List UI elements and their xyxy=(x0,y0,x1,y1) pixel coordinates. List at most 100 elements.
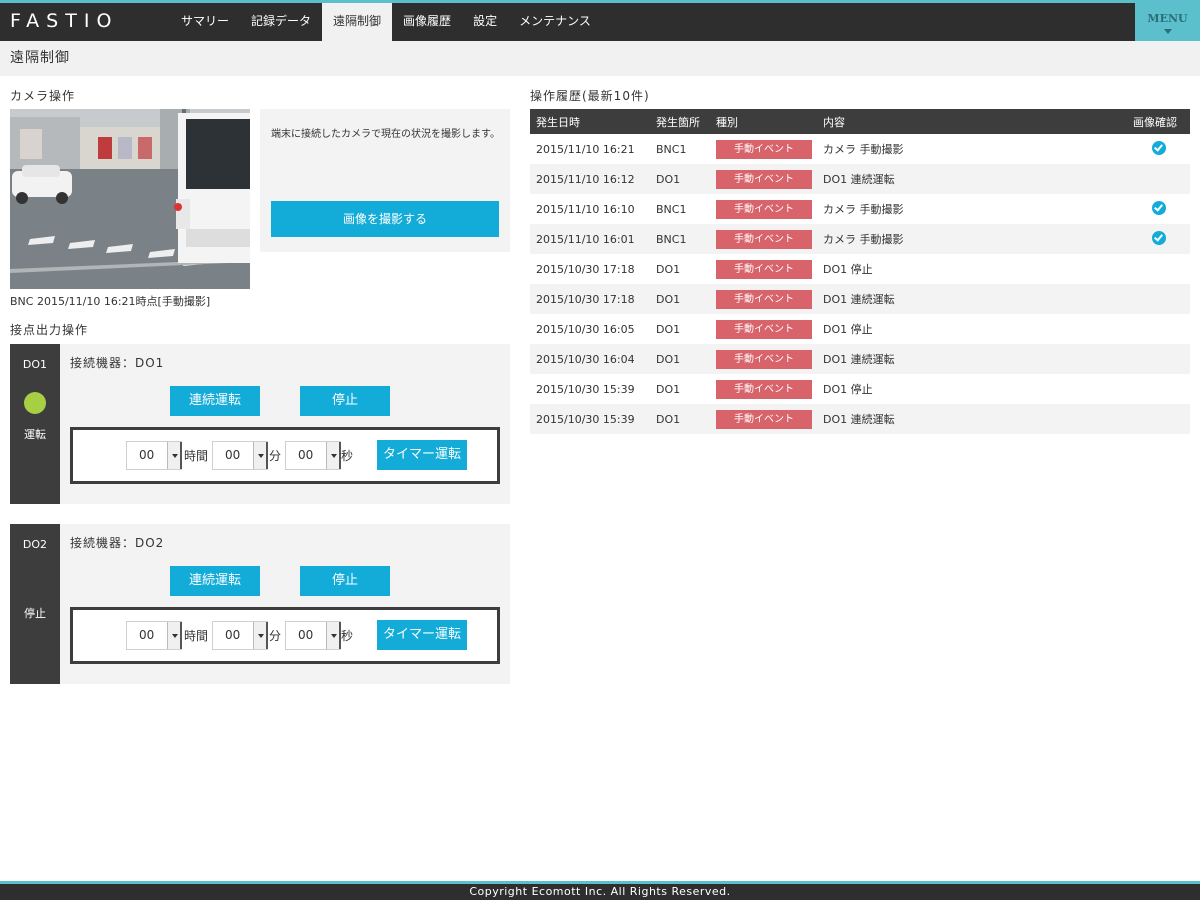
cell-datetime: 2015/11/10 16:21 xyxy=(536,142,635,156)
cell-image-check xyxy=(1127,194,1190,224)
cell-content: カメラ 手動撮影 xyxy=(823,203,904,216)
cell-content: DO1 停止 xyxy=(823,323,873,336)
menu-label: MENU xyxy=(1147,12,1188,25)
history-header-row: 発生日時 発生箇所 種別 内容 画像確認 xyxy=(530,109,1190,134)
camera-section-title: カメラ操作 xyxy=(10,89,76,103)
history-table-body: 2015/11/10 16:21 BNC1 手動イベント カメラ 手動撮影 2015/1… xyxy=(530,134,1190,434)
do1-timer-run-button[interactable]: タイマー運転 xyxy=(377,440,467,470)
hours-unit: 時間 xyxy=(184,629,209,643)
check-circle-icon[interactable] xyxy=(1151,230,1166,245)
dropdown-arrow-icon xyxy=(253,622,268,649)
cell-location: BNC1 xyxy=(650,224,710,254)
cell-datetime: 2015/10/30 16:05 xyxy=(536,322,635,336)
nav-item-image-history[interactable]: 画像履歴 xyxy=(392,3,462,41)
do2-minutes-select[interactable]: 00 xyxy=(212,621,268,650)
minutes-value: 00 xyxy=(225,628,241,642)
cell-datetime: 2015/10/30 16:04 xyxy=(530,344,650,374)
hours-value: 00 xyxy=(139,628,155,642)
do2-device-label: 接続機器：DO2 xyxy=(70,536,165,550)
cell-image-check xyxy=(1127,344,1190,374)
cell-location: DO1 xyxy=(656,382,681,396)
do2-status-label: 停止 xyxy=(24,607,46,620)
do2-stop-button[interactable]: 停止 xyxy=(300,566,390,596)
minutes-unit: 分 xyxy=(269,449,282,463)
nav-item-records[interactable]: 記録データ xyxy=(240,3,322,41)
cell-content: DO1 停止 xyxy=(823,263,873,276)
do1-continuous-run-button[interactable]: 連続運転 xyxy=(170,386,260,416)
dropdown-arrow-icon xyxy=(326,622,341,649)
do2-seconds-select[interactable]: 00 xyxy=(285,621,341,650)
cell-kind: 手動イベント xyxy=(710,314,817,344)
do2-hours-select[interactable]: 00 xyxy=(126,621,182,650)
check-circle-icon[interactable] xyxy=(1151,200,1166,215)
cell-location: DO1 xyxy=(650,284,710,314)
capture-image-button[interactable]: 画像を撮影する xyxy=(271,201,499,237)
do1-control-block: DO1 運転 接続機器：DO1 連続運転 停止 00 時間 00 分 00 秒 … xyxy=(10,344,510,504)
do1-minutes-select[interactable]: 00 xyxy=(212,441,268,470)
history-table: 発生日時 発生箇所 種別 内容 画像確認 2015/11/10 16:21 BNC… xyxy=(530,109,1190,434)
cell-location: DO1 xyxy=(656,262,681,276)
cell-location: DO1 xyxy=(650,164,710,194)
cell-image-check xyxy=(1127,404,1190,434)
dropdown-arrow-icon xyxy=(326,442,341,469)
page-title: 遠隔制御 xyxy=(10,50,70,66)
event-kind-badge: 手動イベント xyxy=(716,349,812,369)
do1-status-sidebar: DO1 運転 xyxy=(10,344,60,504)
cell-location: BNC1 xyxy=(656,202,687,216)
cell-kind: 手動イベント xyxy=(710,254,817,284)
camera-caption: BNC 2015/11/10 16:21時点[手動撮影] xyxy=(10,295,211,308)
event-kind-badge: 手動イベント xyxy=(716,169,812,189)
dropdown-arrow-icon xyxy=(167,442,182,469)
cell-image-check xyxy=(1127,254,1190,284)
table-row: 2015/10/30 17:18 DO1 手動イベント DO1 連続運転 xyxy=(530,284,1190,314)
camera-description: 端末に接続したカメラで現在の状況を撮影します。 xyxy=(271,129,500,140)
nav-item-summary[interactable]: サマリー xyxy=(170,3,240,41)
seconds-value: 00 xyxy=(298,628,314,642)
do1-seconds-select[interactable]: 00 xyxy=(285,441,341,470)
cell-content: DO1 連続運転 xyxy=(817,344,1127,374)
check-circle-icon[interactable] xyxy=(1151,140,1166,155)
do2-status-sidebar: DO2 停止 xyxy=(10,524,60,684)
cell-kind: 手動イベント xyxy=(710,404,817,434)
table-row: 2015/10/30 16:04 DO1 手動イベント DO1 連続運転 xyxy=(530,344,1190,374)
do2-continuous-run-button[interactable]: 連続運転 xyxy=(170,566,260,596)
top-navigation-bar: FASTIO サマリー 記録データ 遠隔制御 画像履歴 設定 メンテナンス ME… xyxy=(0,0,1200,41)
do1-device-label: 接続機器：DO1 xyxy=(70,356,165,370)
event-kind-badge: 手動イベント xyxy=(716,199,812,219)
cell-kind: 手動イベント xyxy=(710,284,817,314)
app-logo[interactable]: FASTIO xyxy=(10,10,118,32)
output-section-title: 接点出力操作 xyxy=(10,323,89,337)
cell-kind: 手動イベント xyxy=(710,164,817,194)
nav-item-remote-control[interactable]: 遠隔制御 xyxy=(322,3,393,41)
table-row: 2015/10/30 15:39 DO1 手動イベント DO1 連続運転 xyxy=(530,404,1190,434)
cell-location: DO1 xyxy=(650,404,710,434)
cell-datetime: 2015/11/10 16:12 xyxy=(530,164,650,194)
camera-snapshot-image[interactable] xyxy=(10,109,250,289)
camera-control-panel: 端末に接続したカメラで現在の状況を撮影します。 画像を撮影する xyxy=(260,109,510,252)
cell-datetime: 2015/10/30 17:18 xyxy=(530,284,650,314)
do1-id-label: DO1 xyxy=(22,358,48,371)
history-section-title: 操作履歴(最新10件) xyxy=(530,89,650,103)
cell-content: DO1 連続運転 xyxy=(817,164,1127,194)
nav-item-maintenance[interactable]: メンテナンス xyxy=(508,3,602,41)
table-row: 2015/11/10 16:21 BNC1 手動イベント カメラ 手動撮影 xyxy=(530,134,1190,164)
table-row: 2015/10/30 17:18 DO1 手動イベント DO1 停止 xyxy=(530,254,1190,284)
cell-content: カメラ 手動撮影 xyxy=(817,224,1127,254)
do2-timer-run-button[interactable]: タイマー運転 xyxy=(377,620,467,650)
cell-location: DO1 xyxy=(650,344,710,374)
cell-kind: 手動イベント xyxy=(710,344,817,374)
cell-datetime: 2015/11/10 16:01 xyxy=(530,224,650,254)
menu-button[interactable]: MENU xyxy=(1135,3,1200,41)
do1-hours-select[interactable]: 00 xyxy=(126,441,182,470)
chevron-down-icon xyxy=(1163,29,1172,34)
do1-stop-button[interactable]: 停止 xyxy=(300,386,390,416)
dropdown-arrow-icon xyxy=(167,622,182,649)
cell-image-check xyxy=(1127,374,1190,404)
hours-unit: 時間 xyxy=(184,449,209,463)
table-row: 2015/11/10 16:10 BNC1 手動イベント カメラ 手動撮影 xyxy=(530,194,1190,224)
cell-datetime: 2015/10/30 15:39 xyxy=(530,404,650,434)
nav-item-settings[interactable]: 設定 xyxy=(462,3,508,41)
seconds-value: 00 xyxy=(298,448,314,462)
table-row: 2015/10/30 15:39 DO1 手動イベント DO1 停止 xyxy=(530,374,1190,404)
cell-image-check xyxy=(1127,164,1190,194)
